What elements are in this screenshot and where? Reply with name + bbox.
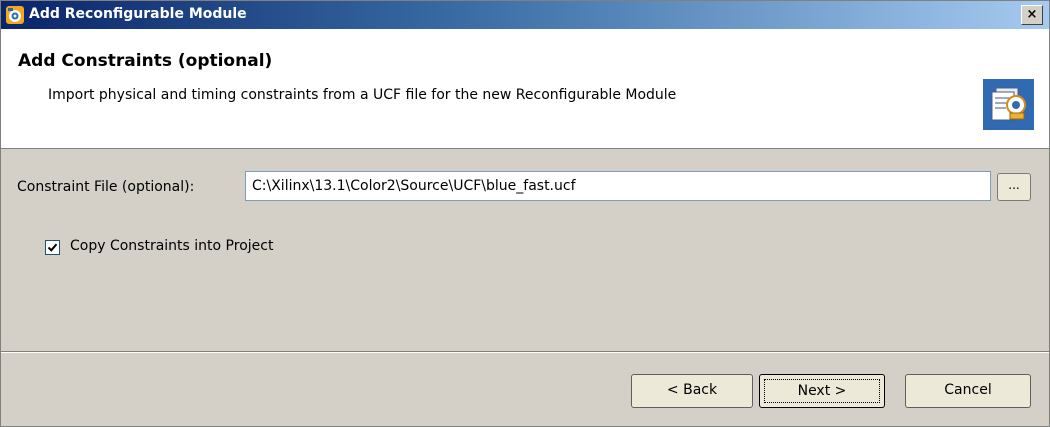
page-subtitle: Import physical and timing constraints f… — [48, 87, 677, 103]
wizard-header: Add Constraints (optional) Import physic… — [1, 29, 1049, 149]
constraint-file-label: Constraint File (optional): — [17, 179, 195, 195]
constraint-file-input[interactable] — [245, 171, 991, 201]
page-title: Add Constraints (optional) — [18, 51, 273, 71]
window-title: Add Reconfigurable Module — [29, 6, 247, 22]
add-reconfigurable-module-dialog: Add Reconfigurable Module × Add Constrai… — [0, 0, 1050, 427]
browse-button[interactable]: ... — [997, 173, 1031, 201]
title-bar[interactable]: Add Reconfigurable Module × — [1, 1, 1049, 29]
close-button[interactable]: × — [1021, 5, 1043, 25]
document-wizard-icon — [983, 79, 1034, 130]
cancel-button[interactable]: Cancel — [905, 374, 1031, 408]
xilinx-app-icon — [5, 5, 25, 25]
checkmark-icon — [47, 243, 58, 252]
copy-constraints-checkbox[interactable] — [45, 240, 60, 255]
footer-separator-highlight — [1, 352, 1049, 353]
back-button[interactable]: < Back — [631, 374, 753, 408]
copy-constraints-label[interactable]: Copy Constraints into Project — [70, 238, 273, 254]
next-button[interactable]: Next > — [759, 374, 885, 408]
next-button-label: Next > — [764, 379, 880, 403]
